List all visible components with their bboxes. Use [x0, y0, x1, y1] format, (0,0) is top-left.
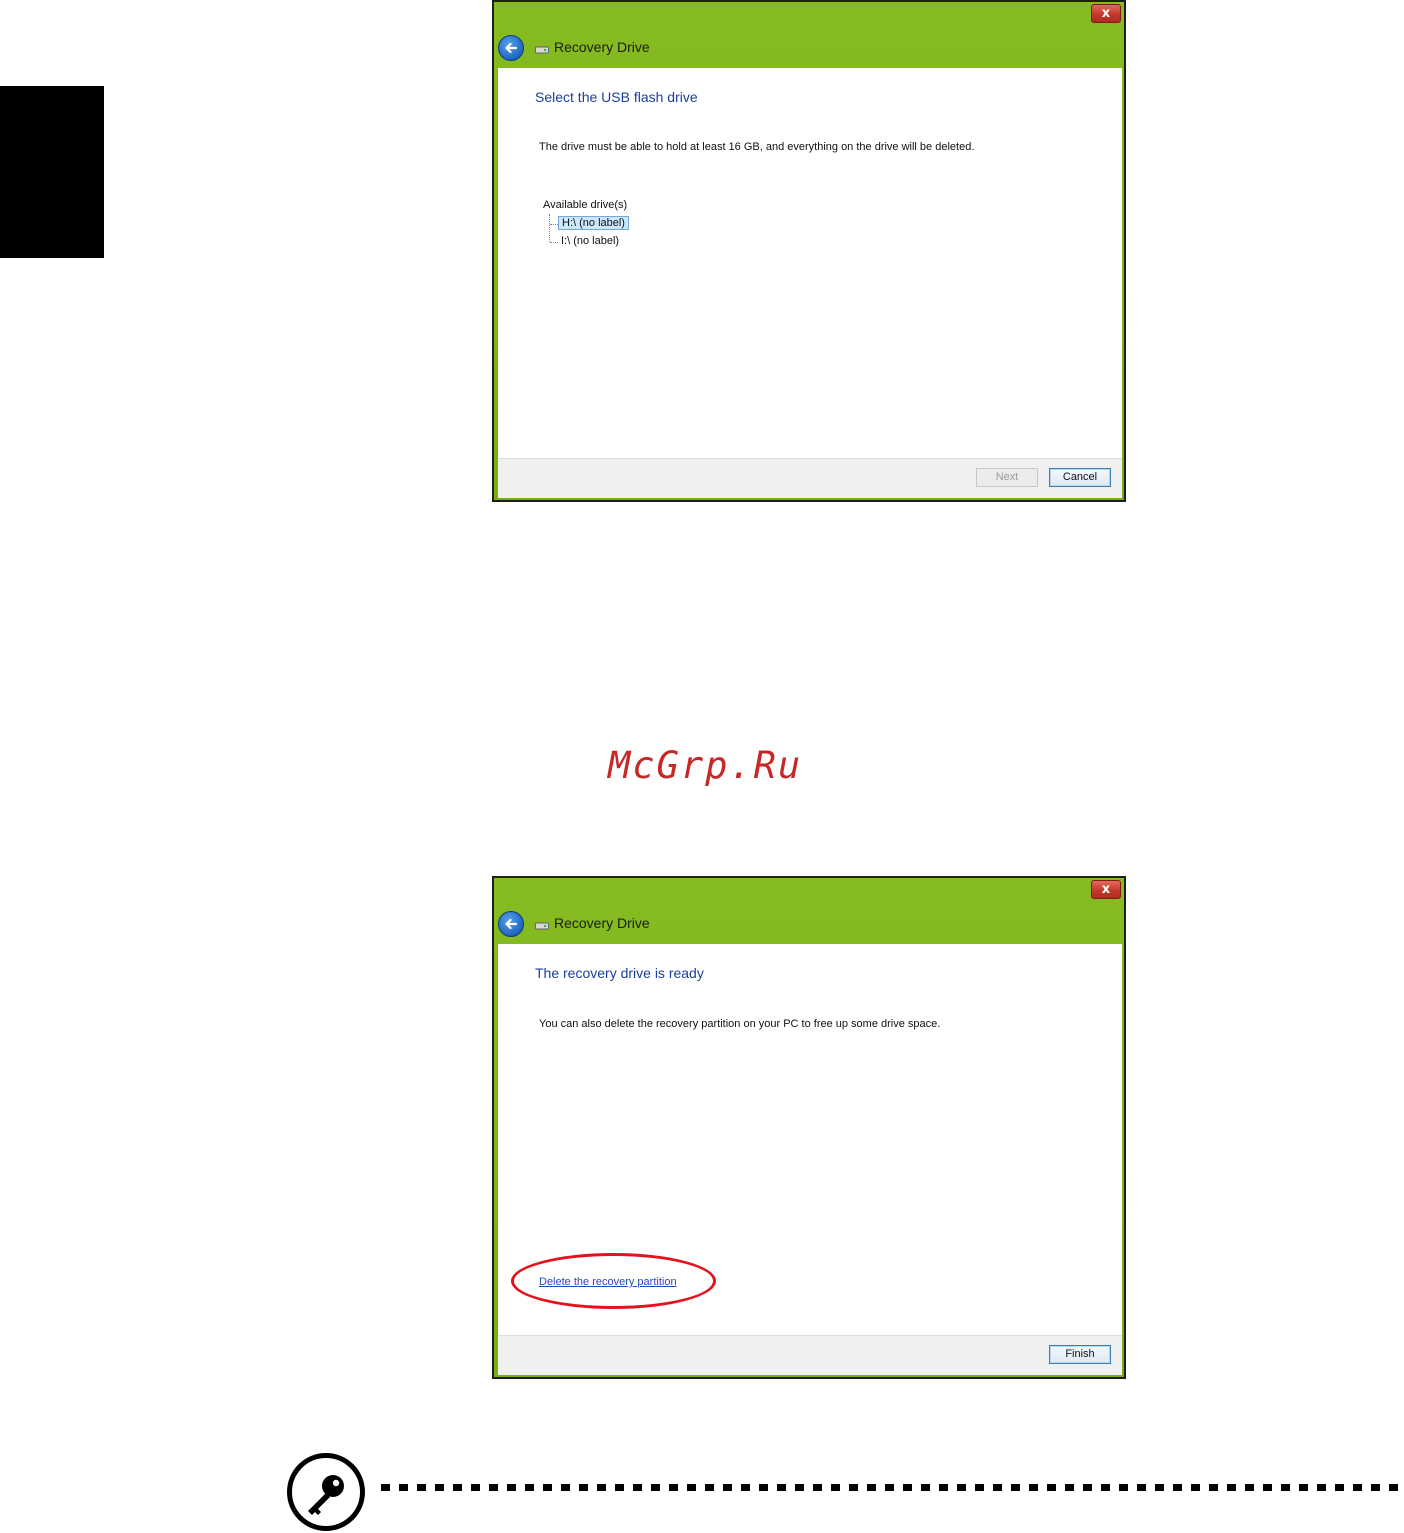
close-button[interactable]: x — [1091, 880, 1121, 899]
highlight-ellipse — [511, 1253, 716, 1309]
dialog-content: Select the USB flash drive The drive mus… — [498, 68, 1122, 458]
page-heading: Select the USB flash drive — [535, 89, 698, 105]
drive-option-i[interactable]: I:\ (no label) — [558, 234, 622, 248]
description-text: You can also delete the recovery partiti… — [539, 1018, 941, 1030]
tree-connector — [549, 214, 550, 242]
drive-icon — [535, 46, 549, 54]
back-arrow-icon — [505, 42, 518, 54]
dialog-title: Recovery Drive — [554, 39, 650, 55]
cancel-button[interactable]: Cancel — [1049, 468, 1111, 487]
next-button[interactable]: Next — [976, 468, 1038, 487]
drive-icon — [535, 922, 549, 930]
back-arrow-icon — [505, 918, 518, 930]
back-button[interactable] — [498, 911, 524, 937]
tree-connector — [550, 242, 558, 243]
note-marker — [287, 1453, 365, 1531]
finish-button[interactable]: Finish — [1049, 1345, 1111, 1364]
back-button[interactable] — [498, 35, 524, 61]
dotted-separator — [381, 1484, 1401, 1491]
close-button[interactable]: x — [1091, 4, 1121, 23]
available-drives-label: Available drive(s) — [543, 199, 628, 211]
key-icon — [308, 1475, 344, 1515]
side-tab-marker — [0, 86, 104, 258]
tree-connector — [550, 224, 558, 225]
dialog-footer: Finish — [498, 1335, 1122, 1375]
page-heading: The recovery drive is ready — [535, 965, 704, 981]
close-icon: x — [1101, 882, 1111, 897]
recovery-drive-dialog-select: x Recovery Drive Select the USB flash dr… — [492, 0, 1126, 502]
watermark-text: McGrp.Ru — [608, 744, 803, 787]
dialog-title: Recovery Drive — [554, 915, 650, 931]
drive-option-h[interactable]: H:\ (no label) — [558, 216, 629, 230]
description-text: The drive must be able to hold at least … — [539, 141, 975, 153]
close-icon: x — [1101, 6, 1111, 21]
dialog-footer: Next Cancel — [498, 458, 1122, 498]
